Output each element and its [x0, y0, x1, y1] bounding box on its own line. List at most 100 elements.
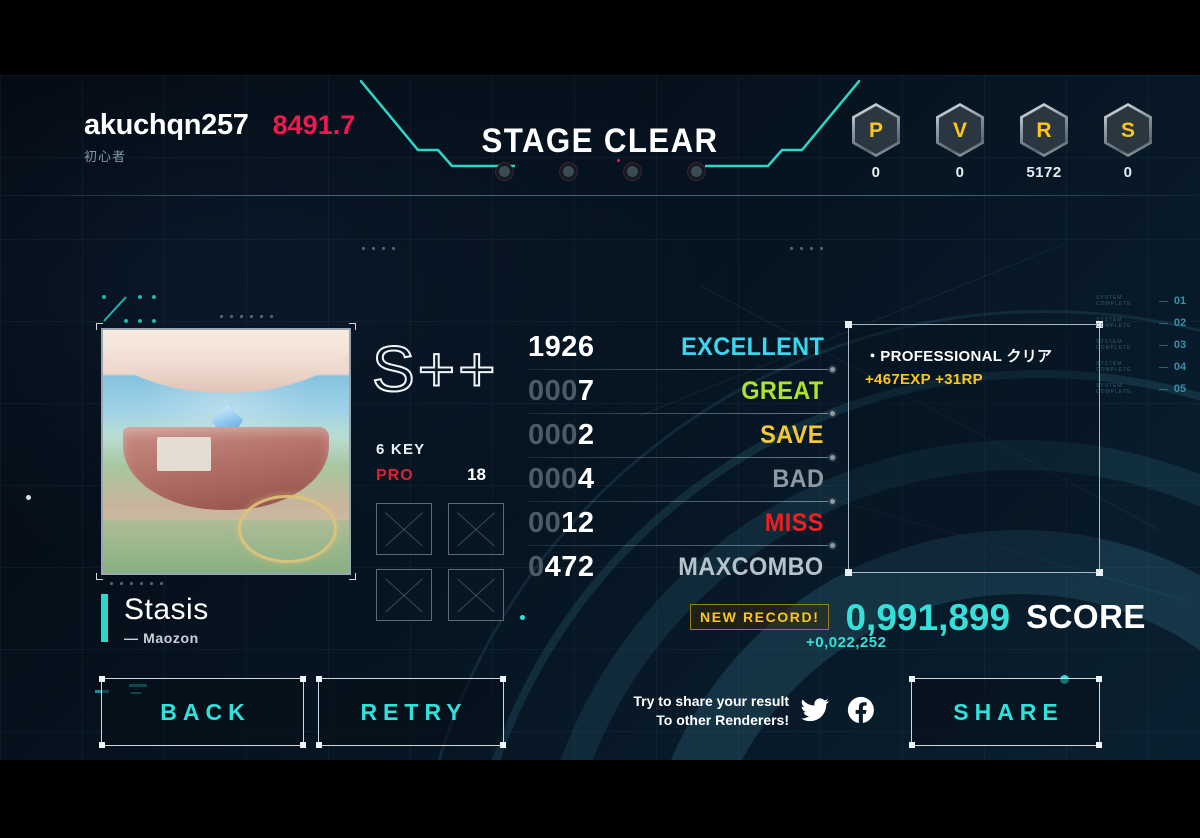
difficulty-row: PRO 18	[376, 465, 486, 485]
side-tick-number: 04	[1173, 361, 1187, 373]
score-row: NEW RECORD! 0,991,899 SCORE	[690, 598, 1146, 636]
side-tick-text: SYSTEM COMPLETE	[1096, 339, 1132, 351]
difficulty-name: PRO	[376, 467, 414, 484]
panel-corner-tl	[845, 321, 852, 328]
song-accent-bar	[101, 594, 108, 642]
deco-dots-topleft	[100, 293, 160, 332]
header: akuchqn257 8491.7 初心者 STAGE CLEAR P 0 V …	[0, 75, 1200, 250]
judgment-count: 0472	[528, 551, 595, 584]
judgment-label: MAXCOMBO	[678, 552, 824, 581]
judgment-label: MISS	[765, 508, 824, 537]
song-artist: — Maozon	[124, 629, 199, 646]
clear-dot	[495, 163, 513, 180]
retry-button-label: RETRY	[360, 698, 468, 725]
side-tick-number: 03	[1173, 339, 1187, 351]
jacket-deco-dots-top	[220, 315, 273, 318]
modifier-slot-empty[interactable]	[448, 569, 504, 621]
judgment-count-value: 7	[577, 374, 595, 407]
judgment-count: 0007	[528, 375, 595, 408]
side-tick: SYSTEM COMPLETE 02	[1096, 312, 1188, 334]
share-prompt-line1: Try to share your result	[633, 693, 789, 709]
clear-condition-text: ・PROFESSIONAL クリア	[865, 348, 1053, 365]
jacket-deco-dots-bottom	[110, 582, 163, 585]
retry-button[interactable]: RETRY	[316, 676, 506, 748]
share-prompt: Try to share your result To other Render…	[629, 692, 789, 730]
judgment-row: 0012 MISS	[528, 501, 837, 550]
judgment-count-value: 12	[561, 506, 595, 539]
judgment-count: 1926	[528, 331, 595, 364]
share-prompt-line2: To other Renderers!	[656, 711, 789, 728]
badge-value: 0	[871, 164, 881, 181]
deco-dots-left	[362, 247, 395, 250]
score-label: SCORE	[1026, 598, 1146, 635]
back-button-label: BACK	[160, 698, 251, 725]
judgment-label: BAD	[771, 464, 824, 493]
album-art	[101, 328, 351, 575]
judgment-row-maxcombo: 0472 MAXCOMBO	[528, 545, 824, 589]
judgment-count-zeros: 000	[528, 374, 578, 407]
grade-letter: S++	[371, 333, 499, 405]
badge-value: 5172	[1026, 164, 1062, 181]
judgment-row: 0002 SAVE	[528, 413, 837, 462]
judgment-row: 0004 BAD	[528, 457, 837, 506]
score-value: 0,991,899	[845, 596, 1011, 638]
jacket-corner-br	[349, 573, 356, 580]
clear-dot	[623, 163, 641, 180]
side-tick-number: 02	[1173, 317, 1187, 329]
key-mode-label: 6 KEY	[376, 441, 426, 458]
badge-value: 0	[1123, 164, 1133, 181]
judgment-count-value: 2	[577, 418, 595, 451]
stage-background: akuchqn257 8491.7 初心者 STAGE CLEAR P 0 V …	[0, 75, 1200, 760]
side-tick-text: SYSTEM COMPLETE	[1096, 361, 1132, 373]
side-tick: SYSTEM COMPLETE 04	[1096, 356, 1188, 378]
modifier-slot-empty[interactable]	[448, 503, 504, 555]
back-button[interactable]: BACK	[99, 676, 306, 748]
modifier-slots	[376, 503, 504, 621]
judgment-count-value: 4	[577, 462, 595, 495]
stat-badge-p: P 0	[848, 103, 904, 181]
modifier-slot-empty[interactable]	[376, 569, 432, 621]
share-button-label: SHARE	[953, 698, 1064, 725]
judgment-count-zeros: 0	[528, 550, 545, 583]
score-delta: +0,022,252	[806, 634, 887, 651]
badge-value: 0	[955, 164, 965, 181]
deco-star-3	[520, 615, 525, 620]
jacket-corner-tl	[96, 323, 103, 330]
judgment-count: 0012	[528, 507, 595, 540]
clear-dot	[687, 163, 705, 180]
judgment-count: 0004	[528, 463, 595, 496]
song-title: Stasis	[124, 593, 209, 626]
side-tick-number: 01	[1173, 295, 1187, 307]
judgment-count-zeros: 000	[528, 418, 578, 451]
stat-badge-r: R 5172	[1016, 103, 1072, 181]
judgment-label: GREAT	[741, 376, 824, 405]
chart-info: 6 KEY PRO 18	[376, 441, 486, 485]
judgment-list: 1926 EXCELLENT 0007 GREAT 0002 SAVE 0004…	[528, 325, 837, 589]
side-tick: SYSTEM COMPLETE 01	[1096, 290, 1188, 312]
judgment-label: EXCELLENT	[680, 332, 824, 361]
result-screen: akuchqn257 8491.7 初心者 STAGE CLEAR P 0 V …	[0, 0, 1200, 838]
badge-letter: P	[868, 118, 883, 142]
twitter-icon[interactable]	[800, 695, 830, 725]
jacket-corner-tr	[349, 323, 356, 330]
header-divider	[0, 195, 1200, 196]
letterbox-bottom	[0, 760, 1200, 838]
share-button[interactable]: SHARE	[909, 676, 1102, 748]
side-tick-text: SYSTEM COMPLETE	[1096, 317, 1132, 329]
stat-badges: P 0 V 0 R 5172 S 0	[848, 103, 1156, 181]
panel-corner-br	[1096, 569, 1103, 576]
judgment-row: 0007 GREAT	[528, 369, 837, 418]
clear-dot	[559, 163, 577, 180]
badge-letter: R	[1036, 118, 1052, 142]
badge-letter: V	[952, 118, 967, 142]
judgment-count-value: 1926	[528, 330, 595, 363]
jacket-corner-bl	[96, 573, 103, 580]
panel-corner-bl	[845, 569, 852, 576]
judgment-count-value: 472	[544, 550, 595, 583]
side-tick-labels: SYSTEM COMPLETE 01 SYSTEM COMPLETE 02 SY…	[1096, 290, 1188, 400]
reward-text: +467EXP +31RP	[865, 371, 983, 388]
side-tick-text: SYSTEM COMPLETE	[1096, 295, 1132, 307]
facebook-icon[interactable]	[846, 695, 876, 725]
new-record-badge: NEW RECORD!	[690, 604, 830, 630]
modifier-slot-empty[interactable]	[376, 503, 432, 555]
